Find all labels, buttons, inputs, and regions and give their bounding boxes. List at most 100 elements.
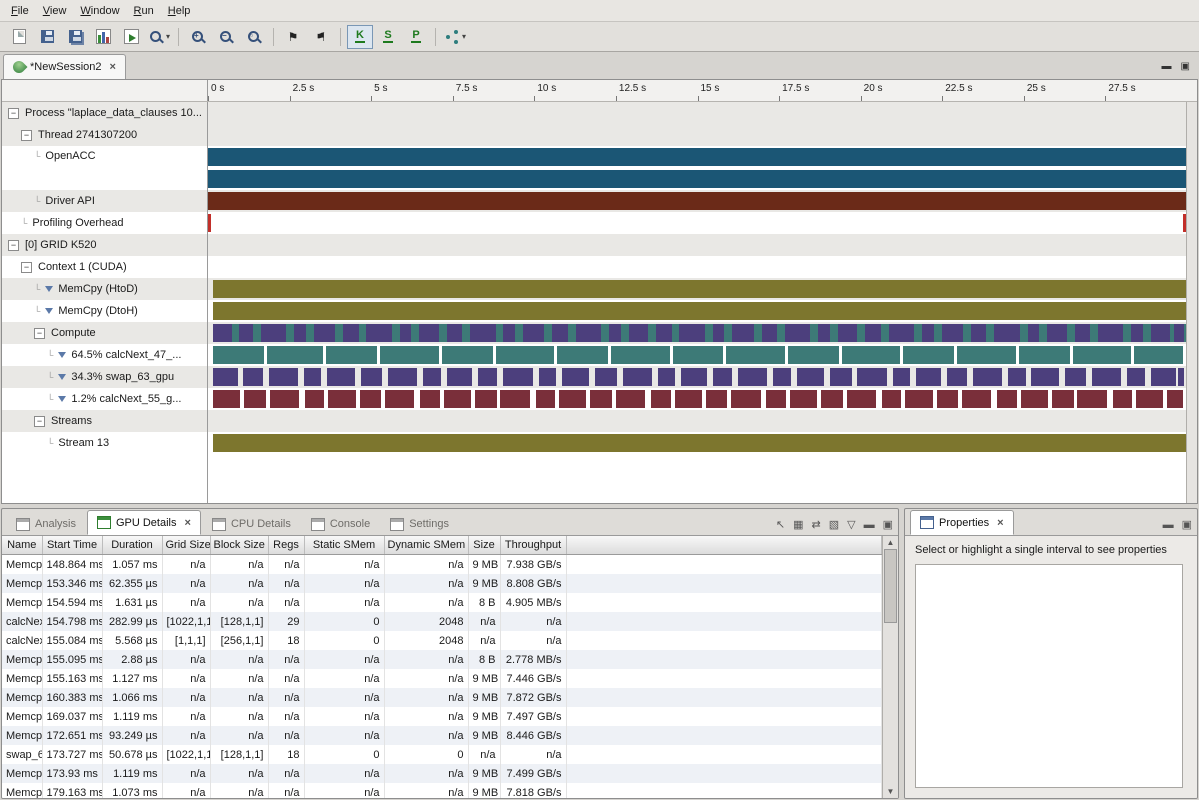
timeline-row-context-1-cuda[interactable]: −Context 1 (CUDA) (2, 256, 207, 278)
timeline-interval-teal[interactable] (842, 346, 901, 364)
column-header-grid-size[interactable]: Grid Size (162, 536, 210, 555)
collapse-toggle-icon[interactable]: − (8, 240, 19, 251)
timeline-interval-purple[interactable] (681, 368, 706, 386)
timeline-interval-maroon[interactable] (706, 390, 728, 408)
timeline-interval-purple[interactable] (947, 368, 967, 386)
timeline-interval-purple[interactable] (1151, 324, 1171, 342)
timeline-interval-purple[interactable] (562, 368, 589, 386)
timeline-interval-purple[interactable] (400, 324, 412, 342)
timeline-interval-purple[interactable] (658, 368, 676, 386)
timeline-interval-purple[interactable] (503, 324, 515, 342)
timeline-interval-purple[interactable] (314, 324, 336, 342)
prev-marker-button[interactable]: ⚑ (280, 25, 306, 49)
timeline-interval-purple[interactable] (857, 368, 886, 386)
tab-session[interactable]: *NewSession2 × (3, 54, 126, 79)
column-header-block-size[interactable]: Block Size (210, 536, 268, 555)
scroll-up-icon[interactable]: ▲ (887, 536, 895, 549)
timeline-interval-maroon[interactable] (305, 390, 325, 408)
timeline-interval-maroon[interactable] (244, 390, 266, 408)
timeline-interval-teal[interactable] (673, 346, 724, 364)
column-header-name[interactable]: Name (2, 536, 42, 555)
timeline-interval-maroon[interactable] (790, 390, 817, 408)
timeline-interval-purple[interactable] (1075, 324, 1091, 342)
timeline-interval-purple[interactable] (294, 324, 306, 342)
timeline-interval-memcpy[interactable] (213, 302, 1186, 320)
table-row[interactable]: swap_63173.727 ms50.678 µs[1022,1,1][128… (2, 745, 882, 764)
timeline-interval-teal[interactable] (442, 346, 493, 364)
timeline-interval-purple[interactable] (830, 368, 852, 386)
timeline-interval-purple[interactable] (656, 324, 672, 342)
timeline-interval-purple[interactable] (1151, 368, 1176, 386)
save-button[interactable] (34, 25, 60, 49)
timeline-interval-purple[interactable] (576, 324, 601, 342)
tab-cpu-details[interactable]: CPU Details (203, 513, 300, 535)
close-icon[interactable]: × (185, 517, 191, 529)
timeline-interval-purple[interactable] (388, 368, 417, 386)
column-header-size[interactable]: Size (468, 536, 500, 555)
timeline-interval-purple[interactable] (971, 324, 987, 342)
timeline-interval-teal[interactable] (1019, 346, 1070, 364)
timeline-interval-purple[interactable] (916, 368, 941, 386)
timeline-row-1-2-calcnext-55-g[interactable]: └1.2% calcNext_55_g... (2, 388, 207, 410)
table-row[interactable]: Memcpy154.594 ms1.631 µsn/an/an/an/an/a8… (2, 593, 882, 612)
menu-help[interactable]: Help (161, 3, 198, 19)
timeline-interval-teal[interactable] (267, 346, 324, 364)
timeline-interval-purple[interactable] (503, 368, 532, 386)
timeline-interval-purple[interactable] (732, 324, 754, 342)
timeline-interval-maroon[interactable] (847, 390, 876, 408)
timeline-interval-purple[interactable] (893, 368, 911, 386)
timeline-interval-purple[interactable] (1092, 368, 1121, 386)
timeline-interval-purple[interactable] (552, 324, 568, 342)
menu-file[interactable]: File (4, 3, 36, 19)
column-header-static-smem[interactable]: Static SMem (304, 536, 384, 555)
timeline-interval-memcpy[interactable] (213, 280, 1186, 298)
timeline-interval-purple[interactable] (261, 324, 286, 342)
group-layout-button[interactable]: ▦ (793, 518, 803, 531)
timeline-interval-teal[interactable] (213, 346, 264, 364)
timeline-interval-maroon[interactable] (731, 390, 760, 408)
timeline-interval-maroon[interactable] (360, 390, 382, 408)
timeline-interval-purple[interactable] (470, 324, 495, 342)
minimize-icon[interactable]: ▬ (1162, 61, 1172, 72)
timeline-row-driver-api[interactable]: └Driver API (2, 190, 207, 212)
timeline-interval-purple[interactable] (343, 324, 359, 342)
timeline-interval-purple[interactable] (865, 324, 881, 342)
timeline-interval-purple[interactable] (1098, 324, 1123, 342)
timeline-interval-purple[interactable] (327, 368, 354, 386)
timeline-interval-purple[interactable] (773, 368, 791, 386)
collapse-toggle-icon[interactable]: − (8, 108, 19, 119)
tab-settings[interactable]: Settings (381, 513, 458, 535)
timeline-interval-teal[interactable] (611, 346, 670, 364)
tab-analysis[interactable]: Analysis (7, 513, 85, 535)
timeline-interval-teal[interactable] (1134, 346, 1183, 364)
timeline-interval-purple[interactable] (818, 324, 830, 342)
stream-timeline-button[interactable]: S (375, 25, 401, 49)
timeline-interval-maroon[interactable] (1167, 390, 1183, 408)
timeline-row-streams[interactable]: −Streams (2, 410, 207, 432)
zoom-out-button[interactable]: − (213, 25, 239, 49)
timeline-interval-maroon[interactable] (536, 390, 556, 408)
chart-report-button[interactable] (90, 25, 116, 49)
timeline-interval-maroon[interactable] (559, 390, 586, 408)
timeline-interval-purple[interactable] (419, 324, 439, 342)
timeline-interval-purple[interactable] (269, 368, 298, 386)
timeline-row-memcpy-htod[interactable]: └MemCpy (HtoD) (2, 278, 207, 300)
timeline-interval-stream[interactable] (213, 434, 1186, 452)
timeline-interval-purple[interactable] (447, 324, 463, 342)
timeline-interval-purple[interactable] (762, 324, 778, 342)
timeline-interval-openacc[interactable] (208, 148, 1186, 166)
timeline-interval-teal[interactable] (788, 346, 839, 364)
timeline-interval-purple[interactable] (942, 324, 964, 342)
close-icon[interactable]: × (110, 61, 116, 73)
timeline-interval-maroon[interactable] (420, 390, 440, 408)
menu-run[interactable]: Run (127, 3, 161, 19)
timeline-interval-maroon[interactable] (821, 390, 843, 408)
timeline-interval-openacc[interactable] (208, 170, 1186, 188)
timeline-interval-overhead[interactable] (208, 214, 211, 232)
timeline-interval-maroon[interactable] (500, 390, 529, 408)
timeline-interval-maroon[interactable] (1052, 390, 1074, 408)
timeline-row-64-5-calcnext-47[interactable]: └64.5% calcNext_47_... (2, 344, 207, 366)
timeline-interval-maroon[interactable] (213, 390, 240, 408)
timeline-interval-teal[interactable] (1073, 346, 1132, 364)
timeline-interval-purple[interactable] (1131, 324, 1143, 342)
